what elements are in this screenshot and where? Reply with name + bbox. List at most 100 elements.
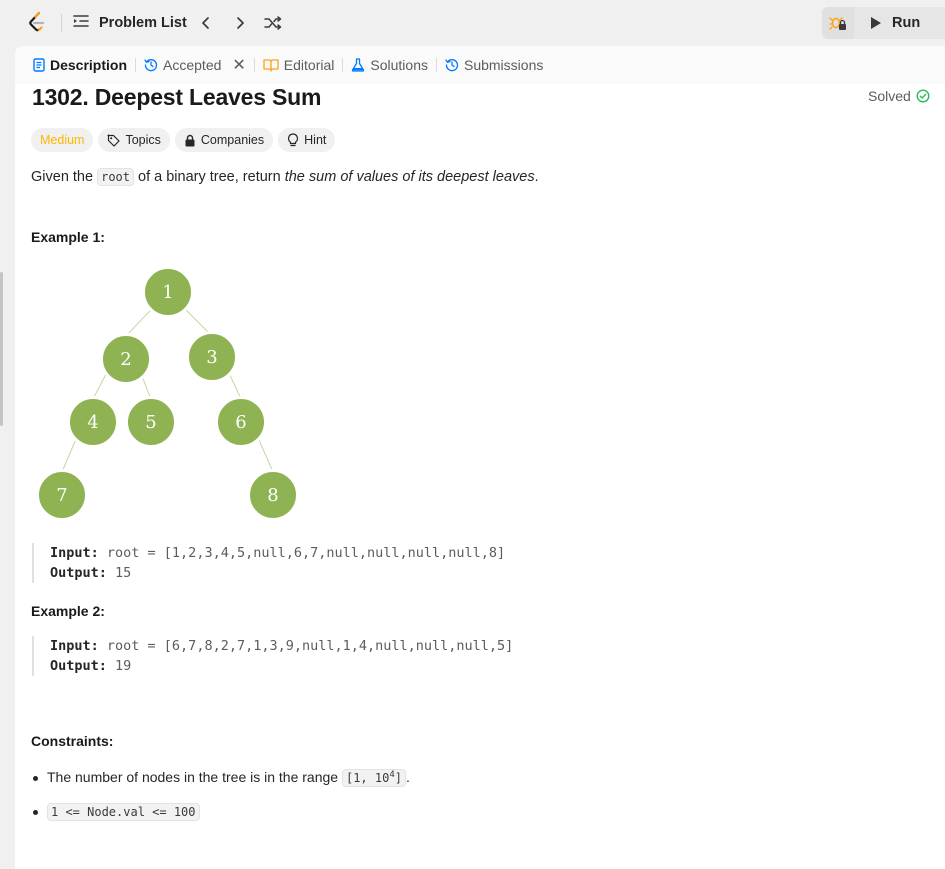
companies-tag[interactable]: Companies	[174, 128, 274, 152]
tree-node-label: 6	[235, 412, 246, 433]
next-problem-button[interactable]	[229, 12, 251, 34]
shuffle-icon	[264, 16, 282, 30]
tab-solutions[interactable]: Solutions	[347, 46, 432, 84]
tab-divider	[253, 58, 255, 72]
input-label: Input:	[50, 638, 99, 654]
output-label: Output:	[50, 565, 107, 581]
description-icon	[33, 58, 45, 72]
run-label: Run	[892, 15, 921, 31]
constraints-list: The number of nodes in the tree is in th…	[31, 769, 410, 837]
resize-handle[interactable]	[0, 272, 3, 426]
tree-node-label: 5	[145, 412, 156, 433]
check-circle-icon	[916, 89, 930, 103]
description-panel: Description Accepted ✕ Editorial Solutio…	[15, 46, 945, 869]
example-2-io: Input: root = [6,7,8,2,7,1,3,9,null,1,4,…	[32, 636, 632, 676]
tab-accepted-label: Accepted	[163, 57, 222, 73]
example-1-heading: Example 1:	[31, 229, 105, 245]
list-item: The number of nodes in the tree is in th…	[31, 769, 410, 803]
tab-divider	[435, 58, 437, 72]
leetcode-logo-icon[interactable]	[26, 11, 50, 35]
description-emphasis: the sum of values of its deepest leaves	[284, 169, 535, 185]
input-label: Input:	[50, 545, 99, 561]
input-value: root = [1,2,3,4,5,null,6,7,null,null,nul…	[98, 545, 506, 561]
tab-description-label: Description	[50, 57, 128, 73]
tag-row: Medium Topics Companies Hint	[31, 128, 336, 152]
tree-node: 6	[215, 396, 267, 448]
description-text: .	[534, 169, 539, 185]
lightbulb-icon	[288, 133, 299, 147]
description-text: Given the	[31, 169, 98, 185]
tab-submissions-label: Submissions	[463, 57, 544, 73]
tree-node: 8	[247, 469, 299, 521]
inline-code: [1, 104]	[341, 769, 406, 787]
tree-node: 1	[142, 266, 194, 318]
output-label: Output:	[50, 658, 107, 674]
problem-list-label: Problem List	[99, 15, 187, 31]
problem-list-button[interactable]: Problem List	[72, 12, 187, 34]
list-indent-icon	[72, 13, 90, 33]
nav-divider	[61, 14, 62, 32]
history-icon	[445, 59, 459, 72]
tree-node-label: 8	[267, 485, 278, 506]
tree-node: 5	[125, 396, 177, 448]
tree-node-label: 2	[120, 349, 131, 370]
problem-title: 1302. Deepest Leaves Sum	[32, 84, 322, 110]
tree-node: 7	[36, 469, 88, 521]
output-value: 15	[106, 565, 132, 581]
tab-description[interactable]: Description	[29, 46, 131, 84]
tab-divider	[342, 58, 344, 72]
prev-problem-button[interactable]	[195, 12, 217, 34]
tree-node-label: 4	[87, 412, 98, 433]
flask-icon	[352, 58, 365, 72]
code-text: ]	[394, 771, 402, 785]
hint-label: Hint	[304, 133, 327, 147]
inline-code: root	[97, 168, 134, 186]
lock-icon	[185, 134, 195, 146]
tree-node: 4	[67, 396, 119, 448]
solved-label: Solved	[868, 88, 911, 104]
example-1-io: Input: root = [1,2,3,4,5,null,6,7,null,n…	[32, 543, 632, 583]
history-icon	[144, 59, 158, 72]
random-problem-button[interactable]	[262, 12, 284, 34]
run-controls: Run	[822, 7, 945, 39]
top-navbar: Problem List Run	[0, 0, 945, 46]
inline-code: 1 <= Node.val <= 100	[47, 803, 200, 821]
hint-tag[interactable]: Hint	[278, 128, 336, 152]
tab-submissions[interactable]: Submissions	[441, 46, 547, 84]
example-1-tree-diagram: 1 2 3 4 5 6 7 8	[36, 266, 299, 521]
constraints-heading: Constraints:	[31, 733, 114, 749]
close-tab-icon[interactable]: ✕	[232, 55, 245, 75]
input-value: root = [6,7,8,2,7,1,3,9,null,1,4,null,nu…	[98, 638, 514, 654]
tree-node-label: 1	[162, 282, 173, 303]
example-2-heading: Example 2:	[31, 603, 105, 619]
tab-editorial-label: Editorial	[283, 57, 335, 73]
run-button[interactable]: Run	[856, 7, 945, 39]
tag-icon	[107, 133, 121, 147]
code-text: [1, 10	[345, 771, 390, 785]
topics-tag[interactable]: Topics	[98, 128, 170, 152]
output-value: 19	[106, 658, 132, 674]
panel-tabbar: Description Accepted ✕ Editorial Solutio…	[15, 46, 945, 84]
bug-lock-icon	[829, 17, 846, 30]
tree-node-label: 7	[56, 485, 67, 506]
tab-divider	[135, 58, 137, 72]
tree-node: 2	[100, 333, 152, 385]
tab-solutions-label: Solutions	[370, 57, 428, 73]
book-icon	[263, 59, 279, 72]
topics-label: Topics	[125, 133, 161, 147]
left-gutter	[0, 46, 15, 869]
constraint-text: .	[405, 769, 410, 785]
companies-label: Companies	[200, 133, 265, 147]
tree-node: 3	[186, 331, 238, 383]
chevron-right-icon	[237, 17, 244, 29]
constraint-text: The number of nodes in the tree is in th…	[47, 769, 342, 785]
chevron-left-icon	[202, 17, 209, 29]
tab-editorial[interactable]: Editorial	[259, 46, 339, 84]
description-text: of a binary tree, return	[134, 169, 285, 185]
problem-description: Given the root of a binary tree, return …	[31, 168, 539, 186]
difficulty-badge: Medium	[31, 128, 94, 152]
play-icon	[871, 17, 881, 29]
tab-accepted[interactable]: Accepted ✕	[140, 46, 250, 84]
debug-button[interactable]	[822, 7, 854, 39]
list-item: 1 <= Node.val <= 100	[31, 803, 410, 837]
